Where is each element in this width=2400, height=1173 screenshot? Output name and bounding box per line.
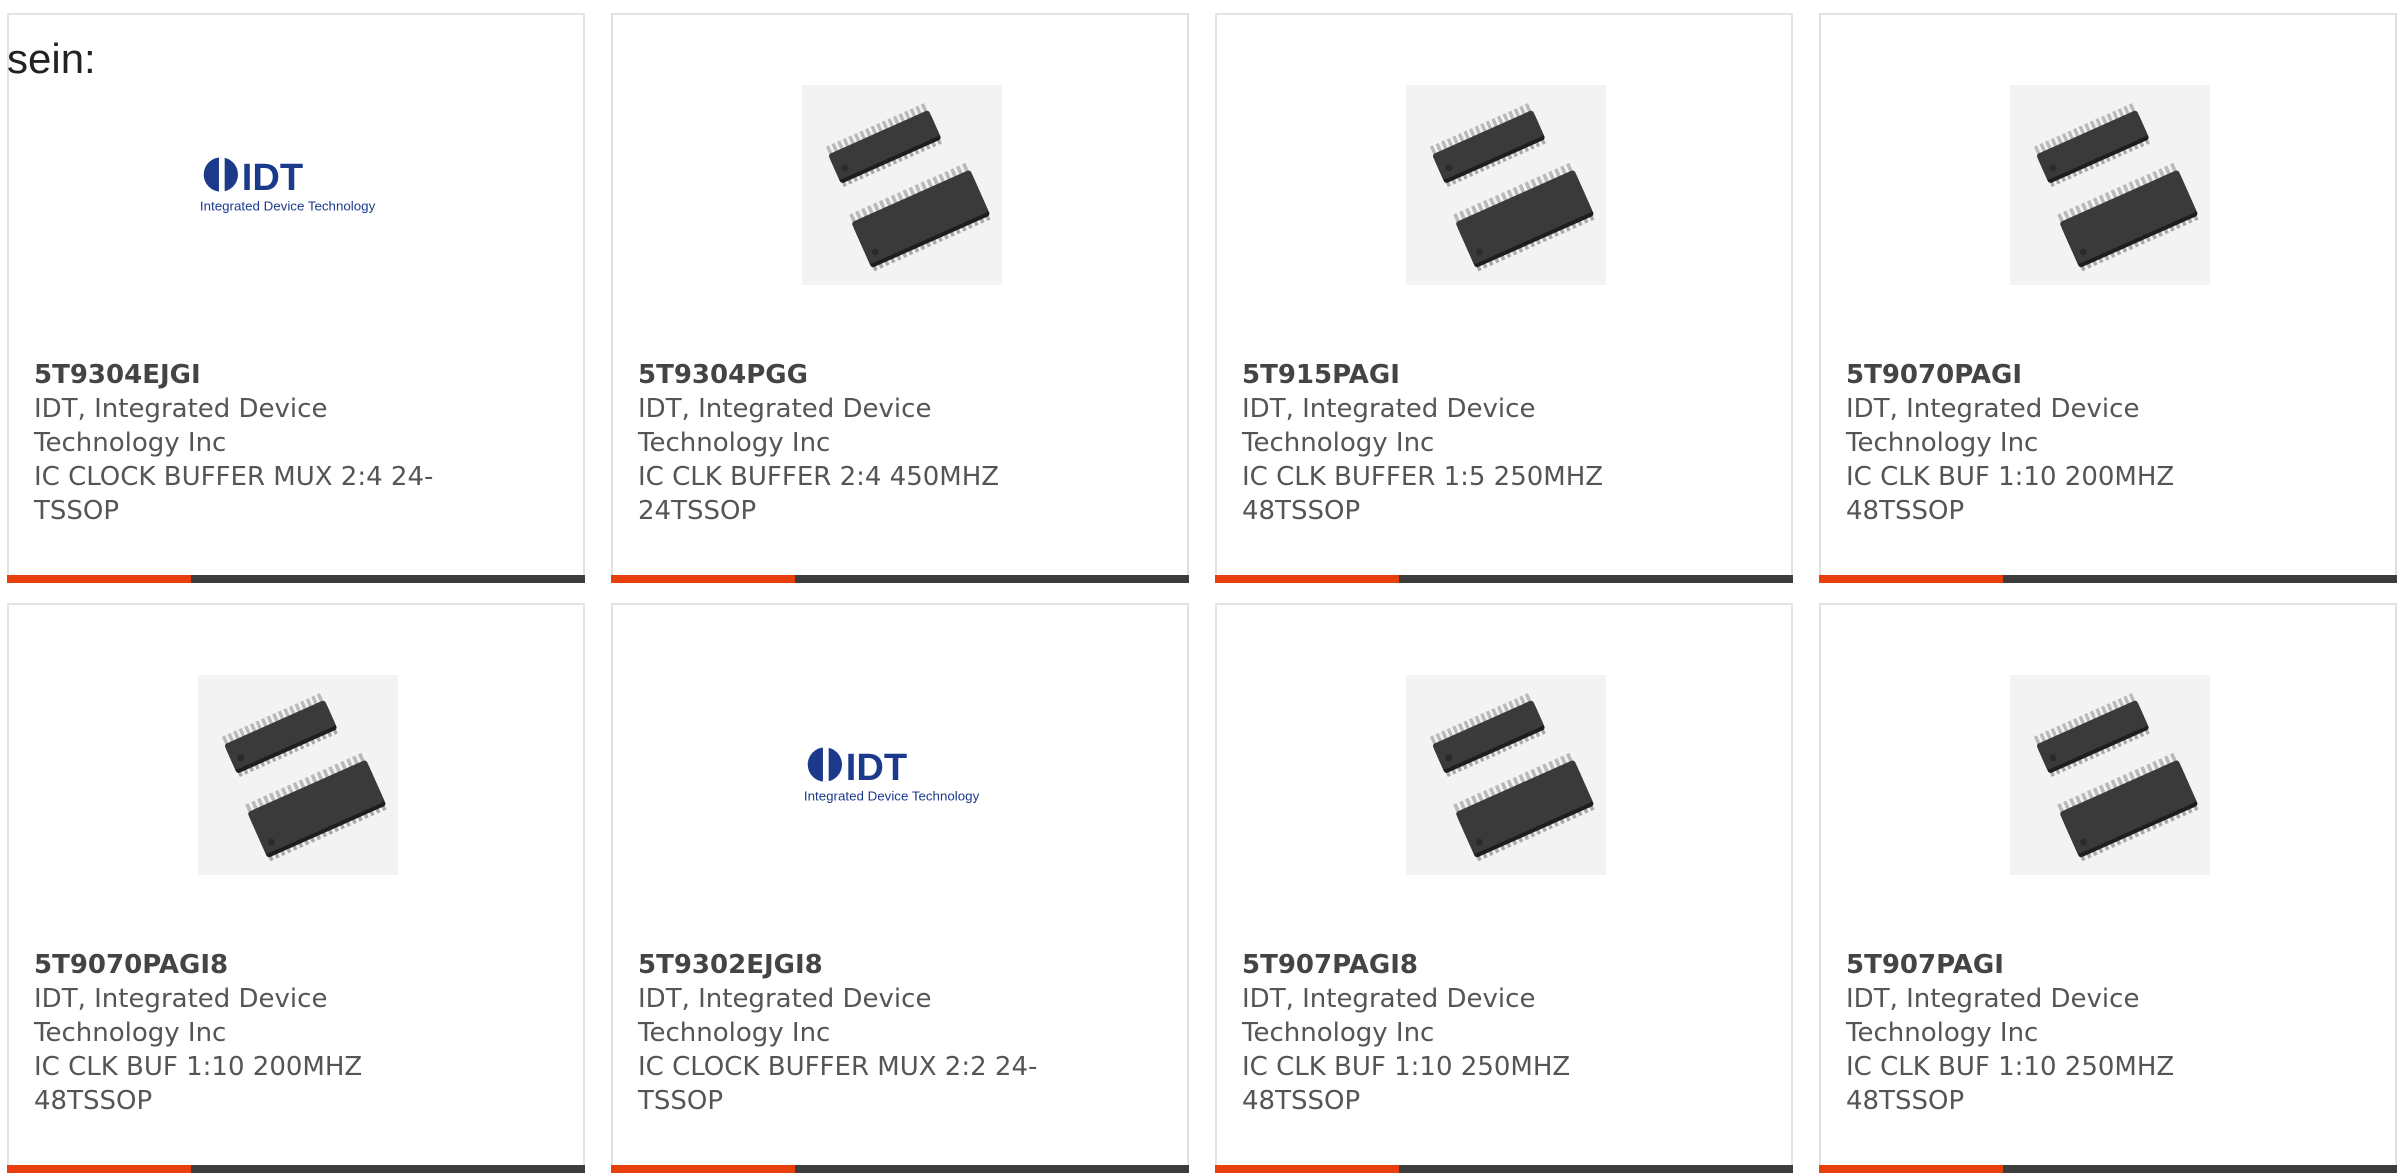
card-bottom-bar bbox=[7, 1165, 585, 1173]
manufacturer-line: IDT, Integrated Device bbox=[1846, 394, 2140, 424]
product-info: 5T9070PAGI IDT, Integrated Device Techno… bbox=[1846, 358, 2266, 528]
card-bottom-bar bbox=[611, 575, 1189, 583]
product-image bbox=[802, 85, 1002, 285]
card-bottom-bar bbox=[1819, 575, 2397, 583]
description-line: IC CLK BUF 1:10 200MHZ bbox=[34, 1052, 363, 1082]
manufacturer-line: IDT, Integrated Device bbox=[1242, 984, 1536, 1014]
tssop-chip-icon bbox=[2010, 85, 2210, 285]
manufacturer-line: IDT, Integrated Device bbox=[1846, 984, 2140, 1014]
tssop-chip-icon bbox=[1406, 675, 1606, 875]
card-accent bbox=[7, 575, 191, 583]
description-line: IC CLOCK BUFFER MUX 2:4 24- bbox=[34, 462, 434, 492]
description-line: 48TSSOP bbox=[1242, 496, 1361, 526]
product-image bbox=[198, 675, 398, 875]
product-info: 5T9302EJGI8 IDT, Integrated Device Techn… bbox=[638, 948, 1058, 1118]
tssop-chip-icon bbox=[802, 85, 1002, 285]
description-line: IC CLK BUF 1:10 200MHZ bbox=[1846, 462, 2175, 492]
card-accent bbox=[1819, 1165, 2003, 1173]
manufacturer-line: Technology Inc bbox=[1846, 428, 2039, 458]
product-image bbox=[2010, 85, 2210, 285]
product-card[interactable]: 5T907PAGI IDT, Integrated Device Technol… bbox=[1819, 603, 2397, 1173]
card-bottom-bar bbox=[1819, 1165, 2397, 1173]
part-number[interactable]: 5T9302EJGI8 bbox=[638, 948, 1058, 982]
description-line: 48TSSOP bbox=[1846, 496, 1965, 526]
manufacturer-line: Technology Inc bbox=[638, 428, 831, 458]
manufacturer-line: Technology Inc bbox=[34, 428, 227, 458]
manufacturer-line: Technology Inc bbox=[1242, 1018, 1435, 1048]
card-accent bbox=[7, 1165, 191, 1173]
svg-text:IDT: IDT bbox=[242, 157, 303, 199]
product-image bbox=[1406, 85, 1606, 285]
product-grid: IDT Integrated Device Technology 5T9304E… bbox=[0, 0, 2400, 1173]
part-number[interactable]: 5T9070PAGI8 bbox=[34, 948, 454, 982]
product-info: 5T915PAGI IDT, Integrated Device Technol… bbox=[1242, 358, 1662, 528]
product-image: IDT Integrated Device Technology bbox=[802, 675, 1002, 875]
product-info: 5T9304EJGI IDT, Integrated Device Techno… bbox=[34, 358, 454, 528]
card-bottom-bar bbox=[1215, 575, 1793, 583]
product-image bbox=[1406, 675, 1606, 875]
description-line: TSSOP bbox=[638, 1086, 724, 1116]
part-number[interactable]: 5T915PAGI bbox=[1242, 358, 1662, 392]
tssop-chip-icon bbox=[2010, 675, 2210, 875]
part-number[interactable]: 5T9304EJGI bbox=[34, 358, 454, 392]
card-accent bbox=[1215, 1165, 1399, 1173]
part-number[interactable]: 5T9304PGG bbox=[638, 358, 1058, 392]
product-info: 5T907PAGI IDT, Integrated Device Technol… bbox=[1846, 948, 2266, 1118]
description-line: 48TSSOP bbox=[1242, 1086, 1361, 1116]
description-line: IC CLK BUFFER 1:5 250MHZ bbox=[1242, 462, 1604, 492]
svg-text:Integrated Device Technology: Integrated Device Technology bbox=[804, 789, 980, 804]
description-line: TSSOP bbox=[34, 496, 120, 526]
card-bottom-bar bbox=[611, 1165, 1189, 1173]
description-line: IC CLOCK BUFFER MUX 2:2 24- bbox=[638, 1052, 1038, 1082]
svg-text:IDT: IDT bbox=[846, 747, 907, 789]
product-info: 5T9070PAGI8 IDT, Integrated Device Techn… bbox=[34, 948, 454, 1118]
product-card[interactable]: 5T9304PGG IDT, Integrated Device Technol… bbox=[611, 13, 1189, 583]
manufacturer-line: Technology Inc bbox=[1242, 428, 1435, 458]
manufacturer-line: IDT, Integrated Device bbox=[34, 394, 328, 424]
tssop-chip-icon bbox=[1406, 85, 1606, 285]
product-card[interactable]: IDT Integrated Device Technology 5T9304E… bbox=[7, 13, 585, 583]
manufacturer-line: IDT, Integrated Device bbox=[34, 984, 328, 1014]
idt-logo-icon: IDT Integrated Device Technology bbox=[200, 157, 376, 214]
card-accent bbox=[1819, 575, 2003, 583]
card-accent bbox=[1215, 575, 1399, 583]
product-info: 5T9304PGG IDT, Integrated Device Technol… bbox=[638, 358, 1058, 528]
part-number[interactable]: 5T9070PAGI bbox=[1846, 358, 2266, 392]
card-accent bbox=[611, 1165, 795, 1173]
product-card[interactable]: 5T9070PAGI8 IDT, Integrated Device Techn… bbox=[7, 603, 585, 1173]
intro-text: sein: bbox=[7, 35, 96, 82]
product-image bbox=[2010, 675, 2210, 875]
description-line: IC CLK BUFFER 2:4 450MHZ bbox=[638, 462, 1000, 492]
manufacturer-line: Technology Inc bbox=[34, 1018, 227, 1048]
product-card[interactable]: 5T915PAGI IDT, Integrated Device Technol… bbox=[1215, 13, 1793, 583]
description-line: 24TSSOP bbox=[638, 496, 757, 526]
part-number[interactable]: 5T907PAGI bbox=[1846, 948, 2266, 982]
manufacturer-line: Technology Inc bbox=[638, 1018, 831, 1048]
idt-logo-icon: IDT Integrated Device Technology bbox=[804, 747, 980, 804]
card-bottom-bar bbox=[7, 575, 585, 583]
svg-text:Integrated Device Technology: Integrated Device Technology bbox=[200, 199, 376, 214]
part-number[interactable]: 5T907PAGI8 bbox=[1242, 948, 1662, 982]
product-info: 5T907PAGI8 IDT, Integrated Device Techno… bbox=[1242, 948, 1662, 1118]
card-accent bbox=[611, 575, 795, 583]
description-line: IC CLK BUF 1:10 250MHZ bbox=[1242, 1052, 1571, 1082]
description-line: 48TSSOP bbox=[1846, 1086, 1965, 1116]
product-card[interactable]: 5T9070PAGI IDT, Integrated Device Techno… bbox=[1819, 13, 2397, 583]
product-image: IDT Integrated Device Technology bbox=[198, 85, 398, 285]
description-line: IC CLK BUF 1:10 250MHZ bbox=[1846, 1052, 2175, 1082]
description-line: 48TSSOP bbox=[34, 1086, 153, 1116]
manufacturer-line: Technology Inc bbox=[1846, 1018, 2039, 1048]
card-bottom-bar bbox=[1215, 1165, 1793, 1173]
manufacturer-line: IDT, Integrated Device bbox=[1242, 394, 1536, 424]
product-card[interactable]: 5T907PAGI8 IDT, Integrated Device Techno… bbox=[1215, 603, 1793, 1173]
product-card[interactable]: IDT Integrated Device Technology 5T9302E… bbox=[611, 603, 1189, 1173]
manufacturer-line: IDT, Integrated Device bbox=[638, 394, 932, 424]
tssop-chip-icon bbox=[198, 675, 398, 875]
manufacturer-line: IDT, Integrated Device bbox=[638, 984, 932, 1014]
